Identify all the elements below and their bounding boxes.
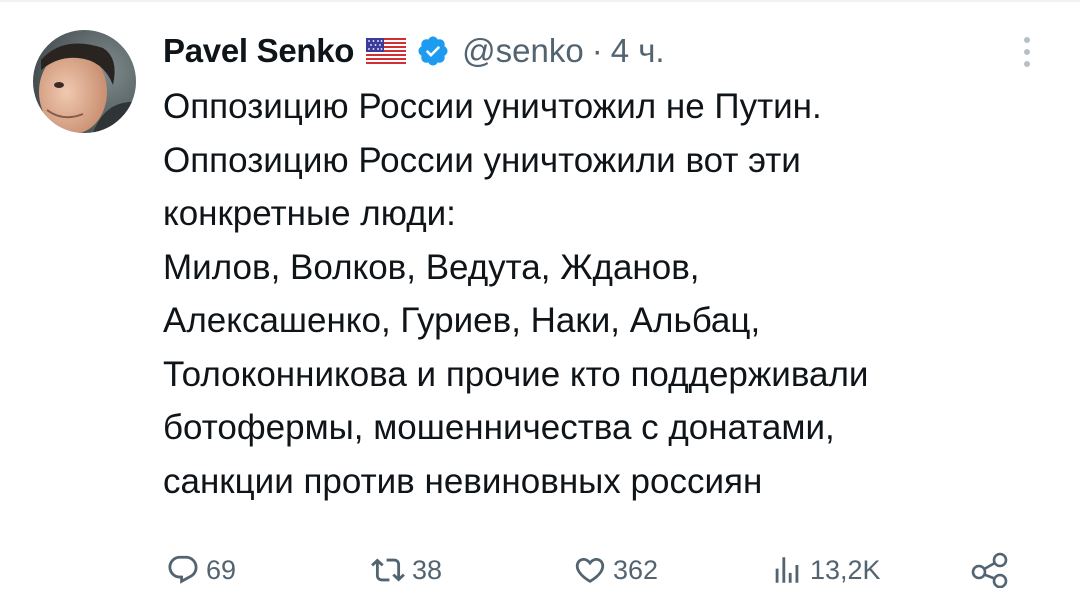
tweet-actions: 69 38 362 13,2K: [0, 545, 1080, 595]
retweet-button[interactable]: 38: [370, 545, 442, 595]
avatar[interactable]: [33, 30, 136, 133]
separator-dot: ·: [591, 32, 603, 69]
heart-icon: [573, 553, 607, 587]
author-name[interactable]: Pavel Senko: [163, 32, 354, 70]
like-button[interactable]: 362: [573, 545, 658, 595]
us-flag-icon: [366, 38, 407, 64]
more-options-icon[interactable]: [1012, 34, 1042, 70]
views-icon: [770, 553, 804, 587]
share-icon: [970, 552, 1010, 588]
author-handle[interactable]: @senko: [462, 32, 584, 70]
reply-button[interactable]: 69: [166, 545, 236, 595]
retweet-count: 38: [412, 554, 443, 585]
retweet-icon: [370, 553, 406, 587]
tweet-time[interactable]: 4 ч.: [611, 32, 665, 70]
like-count: 362: [613, 554, 659, 585]
reply-count: 69: [206, 554, 237, 585]
top-divider: [0, 0, 1080, 2]
views-button[interactable]: 13,2K: [770, 545, 881, 595]
share-button[interactable]: [970, 545, 1010, 595]
reply-icon: [166, 553, 200, 587]
tweet-text: Оппозицию России уничтожил не Путин. Опп…: [163, 87, 869, 501]
verified-badge-icon: [416, 34, 450, 68]
tweet-header: Pavel Senko @senko · 4 ч.: [163, 28, 665, 74]
views-count: 13,2K: [810, 554, 881, 585]
